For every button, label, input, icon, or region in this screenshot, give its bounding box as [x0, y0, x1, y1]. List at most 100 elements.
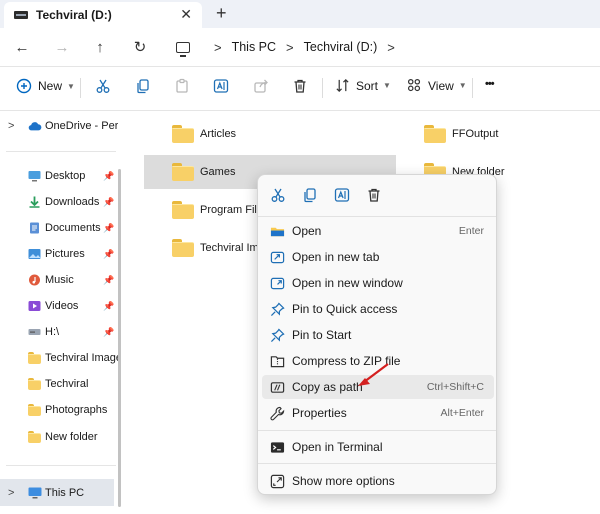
sidebar-item-label: Techviral Images: [45, 352, 118, 364]
sidebar-item-downloads[interactable]: Downloads 📌: [0, 189, 118, 215]
menu-item-shortcut: Alt+Enter: [440, 407, 484, 419]
toolbar-separator: [322, 78, 323, 98]
music-icon: [29, 274, 40, 286]
breadcrumb-techviral[interactable]: Techviral (D:): [304, 40, 378, 54]
sidebar-item-new-folder[interactable]: New folder: [0, 424, 118, 450]
pin-icon: 📌: [103, 248, 115, 259]
menu-item-compress-zip[interactable]: Compress to ZIP file: [262, 349, 494, 373]
sidebar-item-music[interactable]: Music 📌: [0, 267, 118, 293]
view-button[interactable]: View ▼: [407, 78, 467, 93]
chevron-right-icon[interactable]: >: [8, 120, 14, 132]
divider: [6, 151, 116, 152]
tab-techviral[interactable]: Techviral (D:) ✕: [4, 2, 202, 28]
chevron-down-icon: ▼: [383, 81, 391, 90]
context-menu-quick-actions: [258, 175, 498, 215]
chevron-down-icon: ▼: [458, 81, 467, 90]
drive-icon: [28, 329, 41, 335]
rename-icon[interactable]: [334, 187, 350, 203]
delete-button[interactable]: [292, 78, 308, 94]
sidebar-scrollbar[interactable]: [118, 169, 121, 507]
menu-item-open[interactable]: Open Enter: [262, 219, 494, 243]
wrench-icon: [270, 406, 285, 420]
paste-button[interactable]: [174, 78, 190, 94]
sidebar-item-label: This PC: [45, 486, 85, 499]
back-button[interactable]: ←: [12, 37, 32, 57]
sidebar-item-photographs[interactable]: Photographs: [0, 397, 118, 423]
desktop-icon: [28, 171, 41, 182]
sidebar-item-techviral[interactable]: Techviral: [0, 371, 118, 397]
folder-articles[interactable]: Articles: [144, 117, 396, 151]
sort-button[interactable]: Sort ▼: [335, 78, 391, 93]
sidebar-item-onedrive[interactable]: > OneDrive - Perso: [0, 113, 118, 139]
chevron-right-icon[interactable]: >: [8, 487, 14, 499]
toolbar-separator: [472, 78, 473, 98]
sidebar-item-label: New folder: [45, 431, 98, 443]
sidebar-item-h-drive[interactable]: H:\ 📌: [0, 319, 118, 345]
sidebar-item-pictures[interactable]: Pictures 📌: [0, 241, 118, 267]
share-icon: [254, 79, 268, 93]
view-label: View: [428, 78, 454, 93]
menu-item-label: Open in new tab: [292, 250, 380, 264]
toolbar-separator: [80, 78, 81, 98]
sidebar-item-documents[interactable]: Documents 📌: [0, 215, 118, 241]
share-button[interactable]: [253, 78, 269, 94]
trash-icon[interactable]: [366, 187, 382, 203]
menu-item-label: Open: [292, 224, 322, 238]
forward-button[interactable]: →: [52, 37, 72, 57]
scissors-icon: [96, 79, 110, 93]
sidebar-item-techviral-images[interactable]: Techviral Images: [0, 345, 118, 371]
up-button[interactable]: ↑: [90, 37, 110, 57]
computer-icon: [28, 487, 42, 498]
sidebar-item-this-pc[interactable]: > This PC: [0, 479, 114, 506]
menu-item-label: Open in new window: [292, 276, 403, 290]
new-label: New: [38, 79, 63, 93]
copy-icon[interactable]: [302, 187, 318, 203]
menu-item-show-more-options[interactable]: Show more options: [262, 469, 494, 493]
divider: [6, 465, 116, 466]
tab-title: Techviral (D:): [36, 8, 112, 22]
new-window-icon: [270, 277, 285, 289]
sidebar-item-desktop[interactable]: Desktop 📌: [0, 163, 118, 189]
computer-icon: [176, 41, 190, 57]
trash-icon: [294, 79, 306, 93]
breadcrumb-separator: >: [387, 39, 395, 55]
download-icon: [29, 196, 40, 208]
close-tab-icon[interactable]: ✕: [180, 6, 192, 22]
address-bar[interactable]: > This PC > Techviral (D:) >: [166, 35, 600, 59]
context-menu: Open Enter Open in new tab Open in new w…: [257, 174, 497, 495]
pin-icon: [270, 301, 285, 316]
title-bar: Techviral (D:) ✕ +: [0, 0, 600, 28]
rename-button[interactable]: [213, 78, 229, 94]
folder-ffoutput[interactable]: FFOutput: [396, 117, 596, 151]
menu-item-label: Compress to ZIP file: [292, 354, 401, 368]
folder-open-icon: [270, 227, 285, 236]
scissors-icon[interactable]: [270, 187, 286, 203]
cloud-icon: [28, 122, 42, 131]
new-tab-button[interactable]: +: [216, 3, 227, 23]
command-bar: New ▼ Sort ▼ View ▼ •••: [0, 66, 600, 110]
pin-icon: 📌: [103, 274, 115, 285]
breadcrumb-this-pc[interactable]: This PC: [232, 40, 276, 54]
navigation-pane: > OneDrive - Perso Desktop 📌 Downloads 📌…: [0, 111, 122, 514]
view-grid-icon: [407, 78, 421, 92]
menu-item-pin-quick-access[interactable]: Pin to Quick access: [262, 297, 494, 321]
videos-icon: [28, 301, 41, 311]
menu-item-open-terminal[interactable]: Open in Terminal: [262, 435, 494, 459]
new-button[interactable]: New ▼: [16, 78, 75, 94]
menu-item-pin-start[interactable]: Pin to Start: [262, 323, 494, 347]
sidebar-item-label: Music: [45, 274, 74, 286]
sidebar-item-videos[interactable]: Videos 📌: [0, 293, 118, 319]
plus-circle-icon: [16, 78, 32, 94]
menu-item-open-new-tab[interactable]: Open in new tab: [262, 245, 494, 269]
menu-item-copy-as-path[interactable]: Copy as path Ctrl+Shift+C: [262, 375, 494, 399]
menu-item-open-new-window[interactable]: Open in new window: [262, 271, 494, 295]
folder-icon: [172, 239, 194, 257]
new-tab-icon: [270, 251, 285, 263]
menu-item-properties[interactable]: Properties Alt+Enter: [262, 401, 494, 425]
pin-icon: 📌: [103, 300, 115, 311]
copy-button[interactable]: [135, 78, 151, 94]
cut-button[interactable]: [95, 78, 111, 94]
sidebar-item-label: Photographs: [45, 404, 108, 416]
more-options-button[interactable]: •••: [485, 78, 495, 90]
refresh-button[interactable]: ↻: [130, 37, 150, 57]
